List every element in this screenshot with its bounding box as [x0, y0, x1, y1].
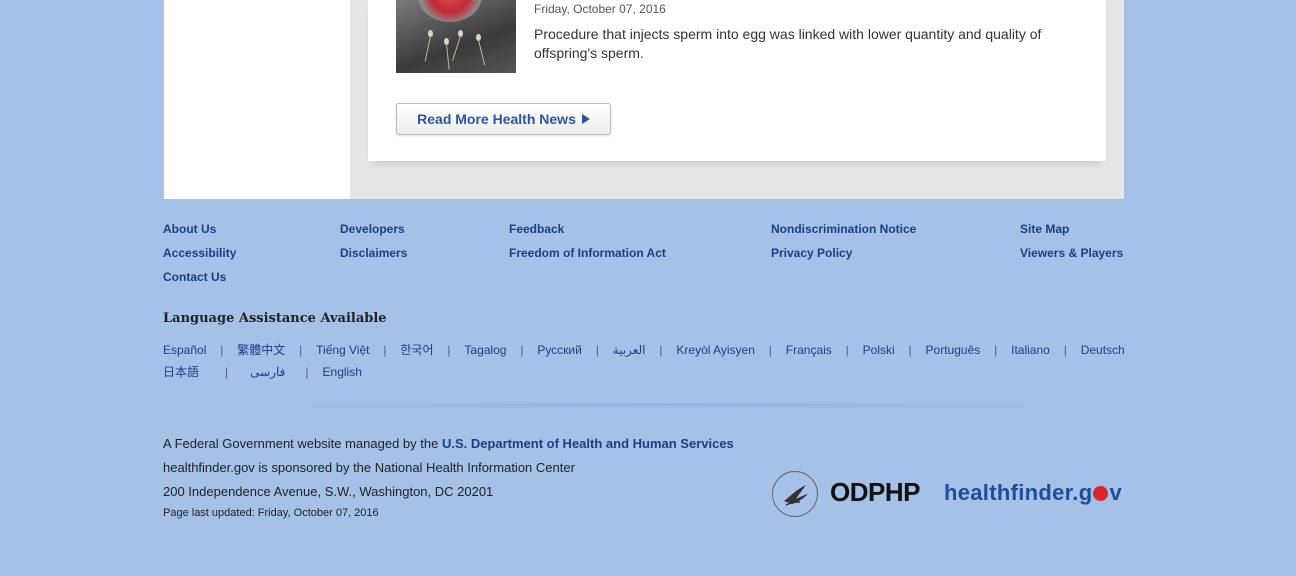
lang-link-russian[interactable]: Русский	[537, 343, 582, 357]
lang-separator: |	[299, 342, 303, 357]
lang-separator: |	[383, 342, 387, 357]
hhs-eagle-seal-icon[interactable]	[772, 471, 818, 517]
footer-divider	[313, 404, 1023, 405]
footer-link-developers[interactable]: Developers	[340, 221, 407, 237]
language-assistance-title: Language Assistance Available	[163, 311, 387, 326]
lang-link-japanese[interactable]: 日本語	[163, 363, 199, 380]
sponsor-text: healthfinder.gov is sponsored by the Nat…	[163, 460, 575, 475]
sperm-egg-photo[interactable]	[396, 0, 516, 73]
footer-link-site-map[interactable]: Site Map	[1020, 221, 1123, 237]
footer-link-feedback[interactable]: Feedback	[509, 221, 666, 237]
footer-links: About Us Accessibility Contact Us Develo…	[163, 221, 1125, 291]
footer-link-contact-us[interactable]: Contact Us	[163, 269, 236, 285]
lang-separator: |	[220, 342, 224, 357]
federal-notice-prefix: A Federal Government website managed by …	[163, 436, 442, 451]
sperm-tail	[446, 43, 450, 70]
lang-separator: |	[520, 342, 524, 357]
apple-icon	[1093, 486, 1109, 501]
footer-link-privacy-policy[interactable]: Privacy Policy	[771, 245, 916, 261]
lang-separator: |	[994, 342, 998, 357]
sperm-tail	[451, 35, 461, 61]
sperm-tail	[478, 39, 486, 66]
lang-link-kreyol[interactable]: Kreyòl Ayisyen	[676, 343, 755, 357]
footer-col-5: Site Map Viewers & Players	[1020, 221, 1123, 261]
lang-link-farsi[interactable]: فارسی	[250, 365, 285, 379]
footer-link-about-us[interactable]: About Us	[163, 221, 236, 237]
read-more-label: Read More Health News	[417, 111, 576, 127]
left-sidebar-column	[164, 0, 350, 199]
main-content-area: Friday, October 07, 2016 Procedure that …	[164, 0, 1124, 199]
lang-link-korean[interactable]: 한국어	[400, 341, 433, 358]
address-text: 200 Independence Avenue, S.W., Washingto…	[163, 484, 494, 499]
lang-separator: |	[845, 342, 849, 357]
egg-shape	[418, 0, 482, 22]
odphp-logo[interactable]: ODPHP	[830, 477, 920, 508]
lang-separator: |	[305, 364, 309, 379]
healthfinder-suffix: v	[1109, 480, 1122, 505]
lang-link-portugues[interactable]: Português	[926, 343, 981, 357]
footer-link-accessibility[interactable]: Accessibility	[163, 245, 236, 261]
lang-separator: |	[1063, 342, 1067, 357]
lang-link-chinese[interactable]: 繁體中文	[237, 341, 285, 358]
health-news-card: Friday, October 07, 2016 Procedure that …	[368, 0, 1106, 161]
footer-link-disclaimers[interactable]: Disclaimers	[340, 245, 407, 261]
lang-separator: |	[908, 342, 912, 357]
lang-link-italiano[interactable]: Italiano	[1011, 343, 1050, 357]
footer-col-2: Developers Disclaimers	[340, 221, 407, 261]
footer-col-4: Nondiscrimination Notice Privacy Policy	[771, 221, 916, 261]
lang-link-english[interactable]: English	[323, 365, 362, 379]
lang-link-vietnamese[interactable]: Tiếng Việt	[316, 343, 369, 357]
lang-link-espanol[interactable]: Español	[163, 343, 206, 357]
footer-col-3: Feedback Freedom of Information Act	[509, 221, 666, 261]
lang-separator: |	[659, 342, 663, 357]
news-date: Friday, October 07, 2016	[534, 2, 666, 16]
language-row-2: 日本語 | فارسی | English	[163, 363, 362, 380]
news-summary: Procedure that injects sperm into egg wa…	[534, 26, 1042, 61]
lang-separator: |	[447, 342, 451, 357]
lang-separator: |	[595, 342, 599, 357]
lang-separator: |	[768, 342, 772, 357]
healthfinder-logo[interactable]: healthfinder.g v	[944, 480, 1122, 506]
lang-link-francais[interactable]: Français	[786, 343, 832, 357]
language-row-1: Español | 繁體中文 | Tiếng Việt | 한국어 | Taga…	[163, 341, 1125, 358]
footer-link-viewers-players[interactable]: Viewers & Players	[1020, 245, 1123, 261]
footer-col-1: About Us Accessibility Contact Us	[163, 221, 236, 285]
last-updated-text: Page last updated: Friday, October 07, 2…	[163, 507, 379, 519]
read-more-health-news-button[interactable]: Read More Health News	[396, 103, 611, 135]
sperm-tail	[424, 35, 431, 62]
lang-link-deutsch[interactable]: Deutsch	[1081, 343, 1125, 357]
footer-link-foia[interactable]: Freedom of Information Act	[509, 245, 666, 261]
lang-link-polski[interactable]: Polski	[863, 343, 895, 357]
footer-link-nondiscrimination[interactable]: Nondiscrimination Notice	[771, 221, 916, 237]
play-arrow-icon	[581, 114, 590, 124]
lang-separator: |	[225, 364, 229, 379]
lang-link-tagalog[interactable]: Tagalog	[464, 343, 506, 357]
hhs-link[interactable]: U.S. Department of Health and Human Serv…	[442, 436, 734, 451]
federal-website-notice: A Federal Government website managed by …	[163, 436, 734, 452]
healthfinder-prefix: healthfinder.g	[944, 480, 1093, 505]
lang-link-arabic[interactable]: العربية	[613, 343, 646, 357]
